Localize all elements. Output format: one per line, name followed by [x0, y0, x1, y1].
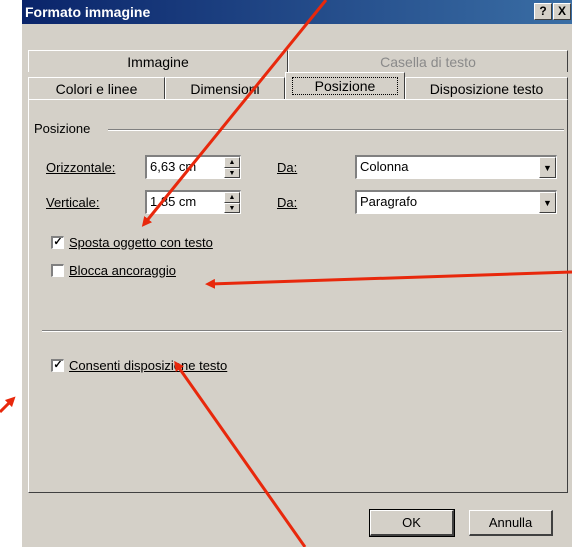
arrow-left-fragment: [0, 396, 16, 414]
annotation-arrows: [0, 0, 572, 547]
arrow-to-lock-anchor: [205, 270, 572, 289]
arrow-to-move-with-text: [141, 0, 328, 227]
arrow-to-allow-wrap: [174, 360, 307, 547]
